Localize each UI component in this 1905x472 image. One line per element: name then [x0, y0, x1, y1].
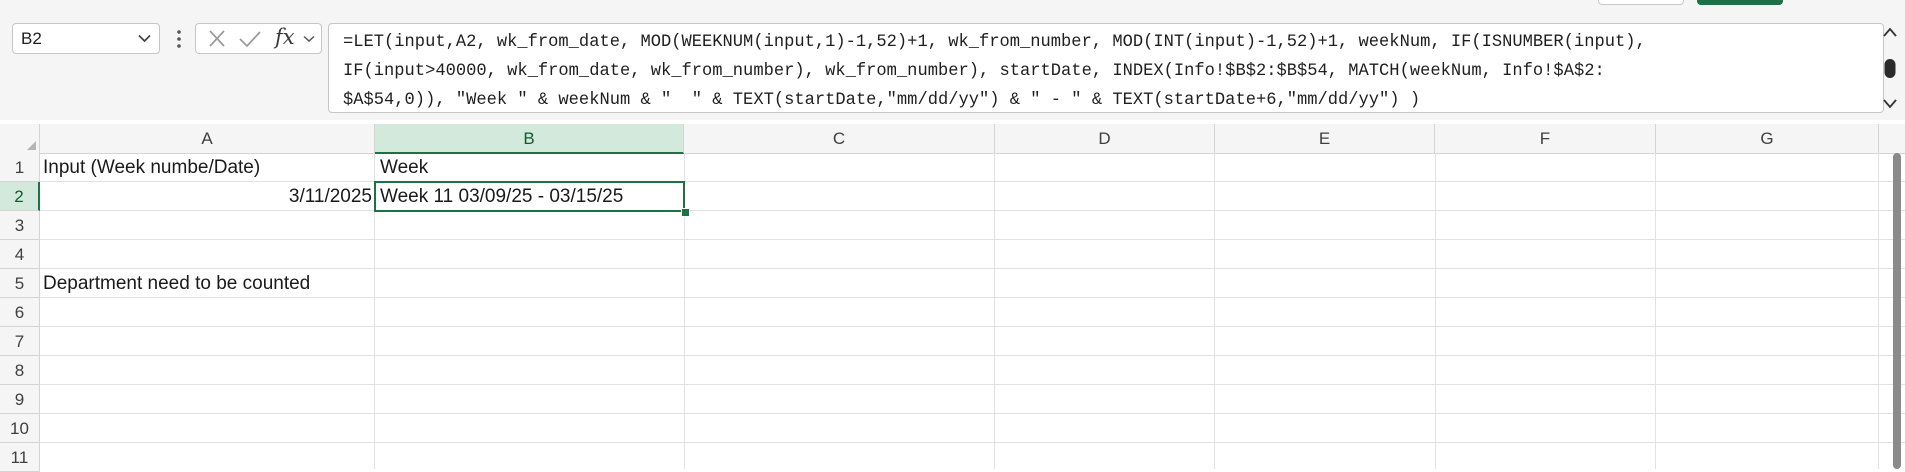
column-header-e[interactable]: E	[1215, 124, 1435, 153]
ribbon-button-stub[interactable]	[1598, 0, 1684, 5]
column-headers: A B C D E F G	[0, 124, 1905, 154]
cell-b1[interactable]: Week	[380, 153, 428, 182]
column-header-a[interactable]: A	[40, 124, 375, 153]
column-header-f[interactable]: F	[1435, 124, 1656, 153]
formula-line: IF(input>40000, wk_from_date, wk_from_nu…	[343, 62, 1605, 81]
grid-line	[40, 239, 1905, 240]
formula-input[interactable]: =LET(input,A2, wk_from_date, MOD(WEEKNUM…	[328, 23, 1884, 113]
grid-line	[40, 384, 1905, 385]
row-header-9[interactable]: 9	[0, 385, 40, 414]
formula-actions: fx	[195, 23, 322, 54]
name-box-value: B2	[21, 29, 42, 48]
grid-line	[40, 442, 1905, 443]
formula-bar-scroll[interactable]	[1879, 23, 1901, 113]
row-header-10[interactable]: 10	[0, 414, 40, 443]
row-header-4[interactable]: 4	[0, 240, 40, 269]
formula-line: =LET(input,A2, wk_from_date, MOD(WEEKNUM…	[343, 33, 1646, 52]
row-header-7[interactable]: 7	[0, 327, 40, 356]
column-header-b[interactable]: B	[375, 124, 684, 154]
scrollbar-thumb[interactable]	[1893, 153, 1901, 469]
chevron-down-icon[interactable]	[303, 35, 315, 43]
formula-text: =LET(input,A2, wk_from_date, MOD(WEEKNUM…	[343, 28, 1883, 112]
formula-bar-area: B2 fx =LET(input,A2, wk_from_date, MOD(W…	[0, 0, 1905, 120]
formula-line: $A$54,0)), "Week " & weekNum & " " & TEX…	[343, 91, 1421, 110]
grid-line	[40, 355, 1905, 356]
grid-line	[994, 153, 995, 469]
cell-a2[interactable]: 3/11/2025	[40, 182, 372, 211]
name-box[interactable]: B2	[12, 23, 160, 54]
fill-handle[interactable]	[681, 208, 690, 217]
active-cell-border	[374, 181, 685, 212]
row-header-1[interactable]: 1	[0, 153, 40, 182]
row-header-8[interactable]: 8	[0, 356, 40, 385]
select-all-button[interactable]	[0, 124, 40, 153]
grid-line	[40, 413, 1905, 414]
grid-line	[40, 268, 1905, 269]
grid-line	[1878, 153, 1879, 469]
share-button-stub[interactable]	[1697, 0, 1783, 5]
grid-line	[1214, 153, 1215, 469]
grid-line	[40, 326, 1905, 327]
row-header-3[interactable]: 3	[0, 211, 40, 240]
select-all-triangle-icon	[27, 141, 36, 150]
vertical-scrollbar[interactable]	[1893, 127, 1902, 469]
cell-a5[interactable]: Department need to be counted	[43, 269, 310, 298]
grid-line	[1655, 153, 1656, 469]
cell-a1[interactable]: Input (Week numbe/Date)	[43, 153, 260, 182]
row-header-5[interactable]: 5	[0, 269, 40, 298]
row-header-11[interactable]: 11	[0, 443, 40, 472]
enter-checkmark-icon[interactable]	[236, 27, 264, 51]
row-header-6[interactable]: 6	[0, 298, 40, 327]
row-header-2[interactable]: 2	[0, 182, 40, 211]
more-options-icon[interactable]	[175, 27, 183, 51]
column-header-d[interactable]: D	[995, 124, 1215, 153]
column-header-c[interactable]: C	[684, 124, 995, 153]
grid-line	[1435, 153, 1436, 469]
chevron-down-icon[interactable]	[138, 34, 151, 43]
grid-line	[40, 297, 1905, 298]
cancel-icon[interactable]	[204, 27, 232, 51]
column-header-g[interactable]: G	[1656, 124, 1879, 153]
insert-function-button[interactable]: fx	[275, 25, 295, 49]
